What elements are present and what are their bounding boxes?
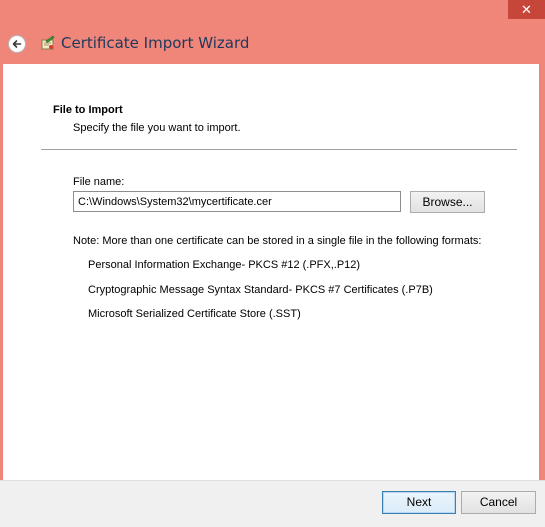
cancel-button[interactable]: Cancel [461, 491, 536, 514]
browse-button[interactable]: Browse... [410, 191, 485, 213]
back-arrow-icon [12, 40, 22, 48]
next-button[interactable]: Next [382, 491, 456, 514]
file-name-label: File name: [73, 176, 125, 188]
close-icon: ✕ [521, 2, 532, 17]
back-button[interactable] [8, 35, 26, 53]
page-description: Specify the file you want to import. [73, 122, 241, 134]
format-item-p7b: Cryptographic Message Syntax Standard- P… [88, 284, 433, 296]
wizard-footer: Next Cancel [0, 480, 545, 527]
formats-note: Note: More than one certificate can be s… [73, 235, 482, 247]
header-divider [41, 149, 517, 150]
wizard-header: Certificate Import Wizard [0, 26, 545, 64]
format-item-sst: Microsoft Serialized Certificate Store (… [88, 308, 301, 320]
wizard-content: File to Import Specify the file you want… [3, 64, 539, 480]
wizard-title: Certificate Import Wizard [61, 34, 250, 52]
format-item-pfx: Personal Information Exchange- PKCS #12 … [88, 259, 361, 271]
close-button[interactable]: ✕ [508, 0, 545, 19]
page-heading: File to Import [53, 104, 123, 116]
file-name-input[interactable] [73, 191, 401, 212]
certificate-wizard-icon [40, 35, 56, 54]
